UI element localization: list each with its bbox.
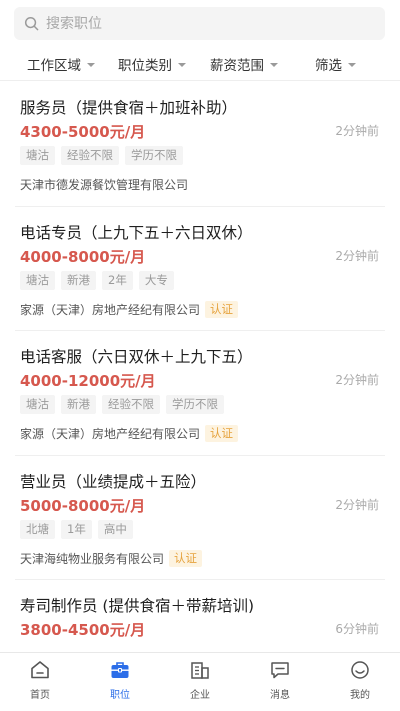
company-row: 天津海纯物业服务有限公司 认证 bbox=[20, 549, 203, 567]
job-card[interactable]: 电话专员（上九下五＋六日双休） 4000-8000元/月 2分钟前 塘沽 新港 … bbox=[15, 207, 385, 331]
job-post-time: 2分钟前 bbox=[335, 497, 379, 512]
job-title: 服务员（提供食宿＋加班补助） bbox=[20, 99, 238, 117]
company-row: 家源（天津）房地产经纪有限公司 认证 bbox=[20, 425, 239, 442]
tab-home[interactable]: 首页 bbox=[0, 653, 80, 711]
certified-badge: 认证 bbox=[169, 549, 203, 567]
job-tag: 学历不限 bbox=[125, 146, 183, 165]
job-card[interactable]: 服务员（提供食宿＋加班补助） 4300-5000元/月 2分钟前 塘沽 经验不限… bbox=[15, 82, 385, 207]
job-tags: 北塘 1年 高中 bbox=[20, 519, 139, 539]
company-name: 家源（天津）房地产经纪有限公司 bbox=[20, 302, 201, 317]
company-name: 天津海纯物业服务有限公司 bbox=[20, 551, 165, 566]
job-tag: 塘沽 bbox=[20, 395, 55, 414]
caret-down-icon bbox=[348, 63, 356, 67]
company-row: 天津市德发源餐饮管理有限公司 bbox=[20, 176, 188, 193]
job-post-time: 2分钟前 bbox=[335, 248, 379, 263]
tab-profile[interactable]: 我的 bbox=[320, 653, 400, 711]
tab-label: 首页 bbox=[30, 690, 50, 701]
home-icon bbox=[31, 661, 49, 679]
filter-label: 职位类别 bbox=[118, 58, 172, 74]
caret-down-icon bbox=[270, 63, 278, 67]
job-post-time: 6分钟前 bbox=[335, 622, 379, 636]
job-tag: 2年 bbox=[102, 270, 133, 290]
search-box[interactable] bbox=[14, 7, 385, 40]
job-card[interactable]: 营业员（业绩提成＋五险） 5000-8000元/月 2分钟前 北塘 1年 高中 … bbox=[15, 456, 385, 580]
tab-label: 企业 bbox=[190, 690, 210, 701]
caret-down-icon bbox=[87, 63, 95, 67]
tab-label: 消息 bbox=[270, 690, 290, 701]
job-salary: 5000-8000元/月 bbox=[20, 496, 146, 515]
filter-bar: 工作区域 职位类别 薪资范围 筛选 bbox=[0, 48, 400, 81]
caret-down-icon bbox=[178, 63, 186, 67]
tab-jobs[interactable]: 职位 bbox=[80, 653, 160, 711]
job-tags: 塘沽 新港 2年 大专 bbox=[20, 270, 180, 290]
job-salary: 3800-4500元/月 bbox=[20, 621, 146, 639]
filter-label: 筛选 bbox=[315, 58, 342, 74]
job-tags: 塘沽 经验不限 学历不限 bbox=[20, 146, 189, 165]
company-name: 家源（天津）房地产经纪有限公司 bbox=[20, 427, 201, 441]
job-tag: 高中 bbox=[97, 519, 133, 539]
job-title: 寿司制作员 (提供食宿＋带薪培训) bbox=[20, 597, 255, 615]
filter-salary-range[interactable]: 薪资范围 bbox=[210, 48, 278, 80]
bottom-tab-bar: 首页 职位 企业 消息 我的 bbox=[0, 652, 400, 711]
job-title: 营业员（业绩提成＋五险） bbox=[20, 472, 207, 491]
job-tags: 塘沽 新港 经验不限 学历不限 bbox=[20, 395, 230, 414]
job-salary: 4000-8000元/月 bbox=[20, 247, 146, 266]
tab-label: 我的 bbox=[350, 690, 370, 701]
filter-job-category[interactable]: 职位类别 bbox=[118, 48, 186, 80]
search-input[interactable] bbox=[46, 15, 346, 32]
job-title: 电话客服（六日双休＋上九下五） bbox=[20, 348, 253, 366]
job-salary: 4000-12000元/月 bbox=[20, 372, 156, 390]
job-tag: 1年 bbox=[61, 519, 92, 539]
search-header bbox=[0, 0, 400, 48]
job-tag: 塘沽 bbox=[20, 270, 55, 290]
job-tag: 经验不限 bbox=[102, 395, 160, 414]
job-list: 服务员（提供食宿＋加班补助） 4300-5000元/月 2分钟前 塘沽 经验不限… bbox=[0, 82, 400, 652]
job-tag: 塘沽 bbox=[20, 146, 55, 165]
job-salary: 4300-5000元/月 bbox=[20, 123, 146, 141]
job-title: 电话专员（上九下五＋六日双休） bbox=[20, 223, 253, 242]
job-tag: 学历不限 bbox=[166, 395, 224, 414]
job-tag: 经验不限 bbox=[61, 146, 119, 165]
filter-label: 薪资范围 bbox=[210, 58, 264, 74]
filter-more[interactable]: 筛选 bbox=[315, 48, 356, 80]
tab-label: 职位 bbox=[110, 690, 130, 701]
company-name: 天津市德发源餐饮管理有限公司 bbox=[20, 178, 189, 192]
job-post-time: 2分钟前 bbox=[335, 124, 379, 138]
job-tag: 新港 bbox=[61, 395, 96, 414]
job-post-time: 2分钟前 bbox=[335, 373, 379, 387]
search-icon bbox=[24, 16, 39, 31]
certified-badge: 认证 bbox=[205, 425, 239, 442]
job-card[interactable]: 寿司制作员 (提供食宿＋带薪培训) 3800-4500元/月 6分钟前 bbox=[15, 580, 385, 652]
filter-label: 工作区域 bbox=[27, 58, 81, 74]
tab-messages[interactable]: 消息 bbox=[240, 653, 320, 711]
company-row: 家源（天津）房地产经纪有限公司 认证 bbox=[20, 300, 239, 318]
job-tag: 北塘 bbox=[20, 519, 55, 539]
job-tag: 大专 bbox=[138, 270, 174, 290]
profile-icon bbox=[351, 661, 369, 679]
briefcase-icon bbox=[111, 662, 129, 678]
building-icon bbox=[191, 662, 209, 679]
filter-work-area[interactable]: 工作区域 bbox=[27, 48, 95, 80]
tab-companies[interactable]: 企业 bbox=[160, 653, 240, 711]
message-icon bbox=[271, 662, 289, 679]
job-tag: 新港 bbox=[61, 270, 96, 290]
job-card[interactable]: 电话客服（六日双休＋上九下五） 4000-12000元/月 2分钟前 塘沽 新港… bbox=[15, 331, 385, 456]
certified-badge: 认证 bbox=[205, 300, 239, 318]
